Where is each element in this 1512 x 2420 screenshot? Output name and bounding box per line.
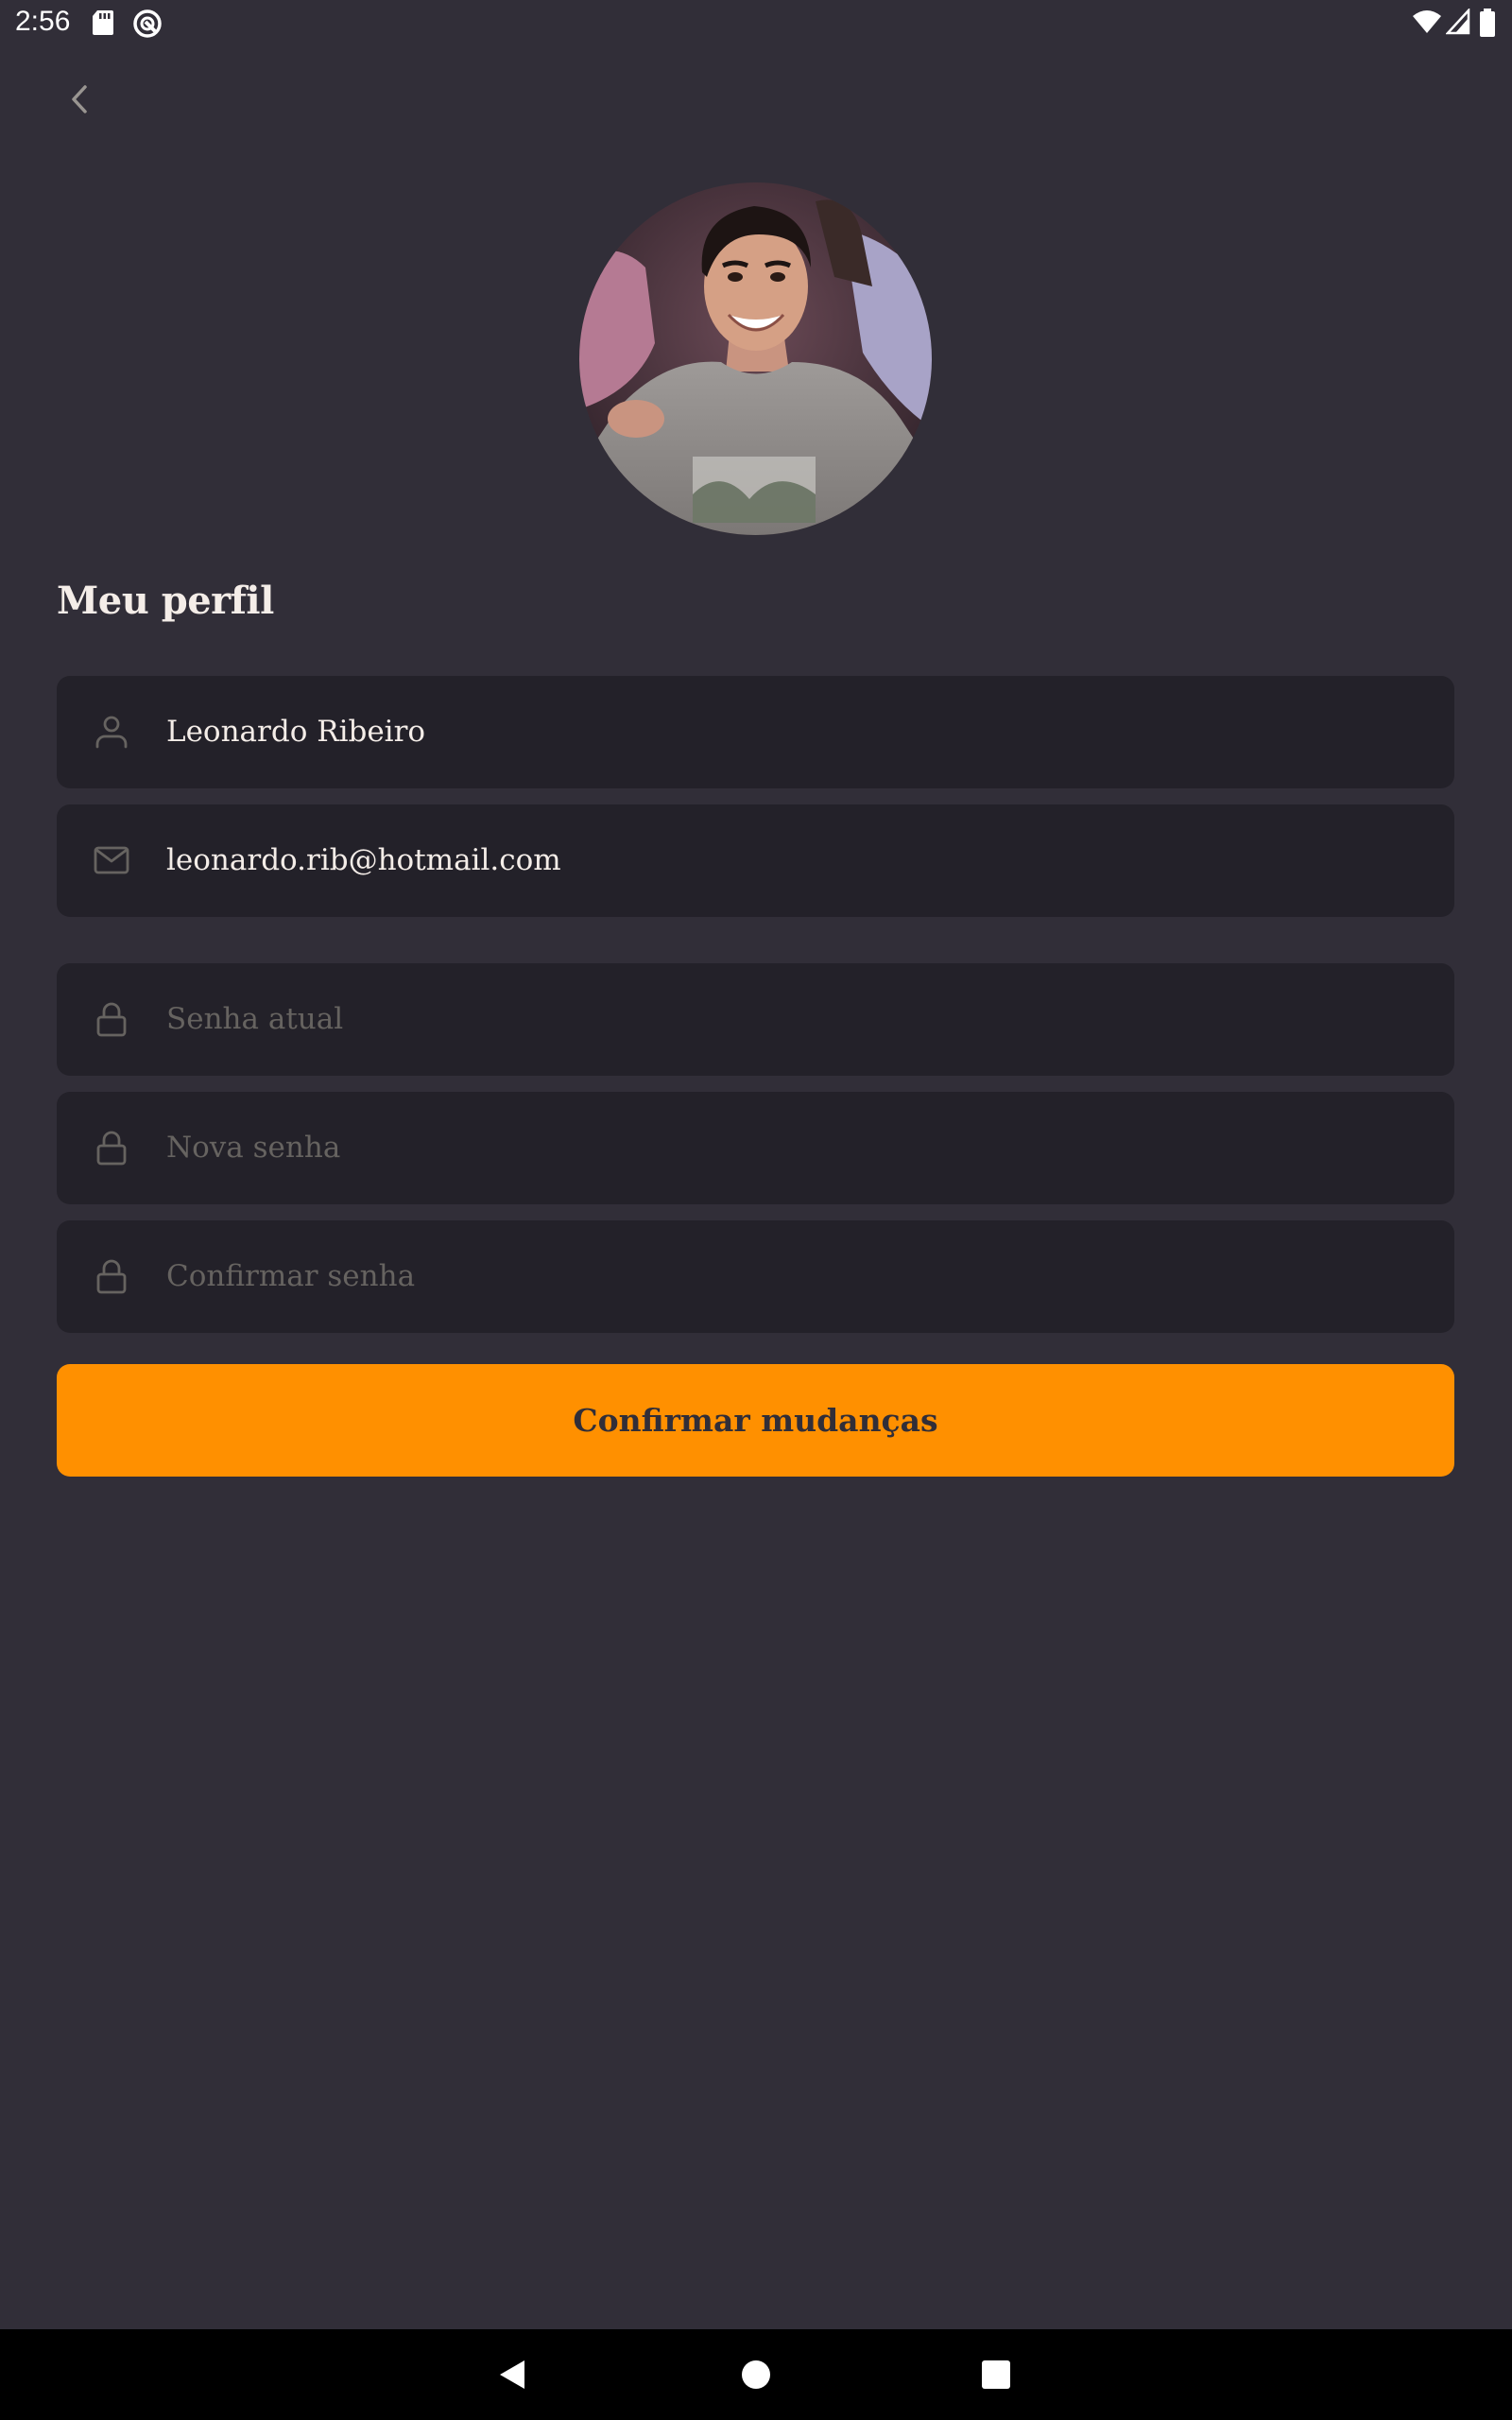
lock-icon — [96, 1002, 127, 1037]
email-field[interactable]: leonardo.rib@hotmail.com — [57, 804, 1454, 917]
confirm-password-input[interactable]: Confirmar senha — [166, 1220, 415, 1333]
name-input[interactable]: Leonardo Ribeiro — [166, 676, 425, 788]
user-icon — [95, 716, 128, 749]
lock-icon — [96, 1259, 127, 1294]
home-circle-icon[interactable] — [733, 2352, 779, 2397]
battery-icon — [1479, 9, 1496, 41]
confirm-password-field[interactable]: Confirmar senha — [57, 1220, 1454, 1333]
back-button[interactable] — [57, 76, 104, 123]
status-bar: 2:56 — [0, 0, 1512, 47]
old-password-input[interactable]: Senha atual — [166, 963, 343, 1076]
wifi-icon — [1412, 9, 1442, 39]
lock-icon — [96, 1131, 127, 1166]
name-field[interactable]: Leonardo Ribeiro — [57, 676, 1454, 788]
avatar[interactable] — [579, 182, 932, 535]
cellular-signal-icon — [1445, 7, 1470, 39]
page-title: Meu perfil — [57, 579, 274, 623]
confirm-changes-button[interactable]: Confirmar mudanças — [57, 1364, 1454, 1477]
mail-icon — [94, 846, 129, 874]
email-input[interactable]: leonardo.rib@hotmail.com — [166, 804, 561, 917]
status-time: 2:56 — [15, 6, 71, 37]
old-password-field[interactable]: Senha atual — [57, 963, 1454, 1076]
navigation-bar — [0, 2329, 1512, 2420]
back-triangle-icon[interactable] — [490, 2352, 535, 2397]
confirm-changes-label: Confirmar mudanças — [573, 1402, 938, 1439]
sync-icon — [132, 9, 163, 43]
recents-square-icon[interactable] — [973, 2352, 1019, 2397]
chevron-left-icon — [72, 85, 87, 113]
new-password-input[interactable]: Nova senha — [166, 1092, 340, 1204]
new-password-field[interactable]: Nova senha — [57, 1092, 1454, 1204]
sd-card-icon — [91, 9, 115, 41]
